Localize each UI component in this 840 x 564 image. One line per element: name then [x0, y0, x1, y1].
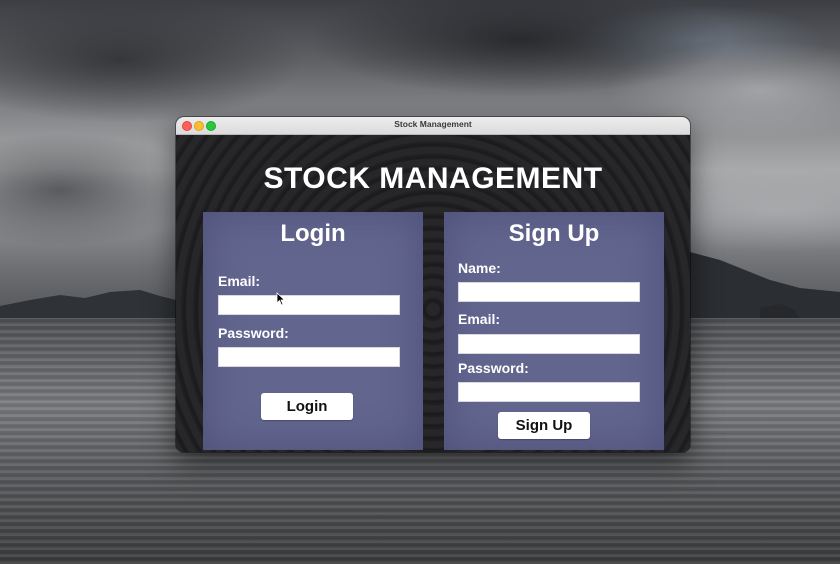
signup-heading: Sign Up: [508, 220, 600, 247]
signup-name-label: Name:: [458, 260, 501, 276]
signup-button[interactable]: Sign Up: [498, 412, 590, 439]
signup-panel: Sign Up Name: Email: Password: Sign Up: [444, 212, 664, 450]
mouse-pointer-icon: [276, 292, 286, 306]
login-button[interactable]: Login: [261, 393, 353, 420]
signup-email-input[interactable]: [458, 334, 640, 354]
app-title: STOCK MANAGEMENT: [263, 162, 603, 195]
desktop-wallpaper: Stock Management STOCK MANAGEMENT Login …: [0, 0, 840, 564]
app-window: Stock Management STOCK MANAGEMENT Login …: [176, 117, 690, 452]
login-panel: Login Email: Password: Login: [203, 212, 423, 450]
login-heading: Login: [280, 220, 346, 247]
signup-name-input[interactable]: [458, 282, 640, 302]
window-title: Stock Management: [394, 119, 472, 129]
window-titlebar[interactable]: Stock Management: [176, 117, 690, 135]
signup-email-label: Email:: [458, 311, 501, 327]
login-email-input[interactable]: [218, 295, 400, 315]
login-password-label: Password:: [218, 325, 289, 341]
login-password-input[interactable]: [218, 347, 400, 367]
signup-password-input[interactable]: [458, 382, 640, 402]
app-content: STOCK MANAGEMENT Login Email: Password: …: [176, 135, 690, 452]
login-email-label: Email:: [218, 273, 261, 289]
signup-password-label: Password:: [458, 360, 529, 376]
